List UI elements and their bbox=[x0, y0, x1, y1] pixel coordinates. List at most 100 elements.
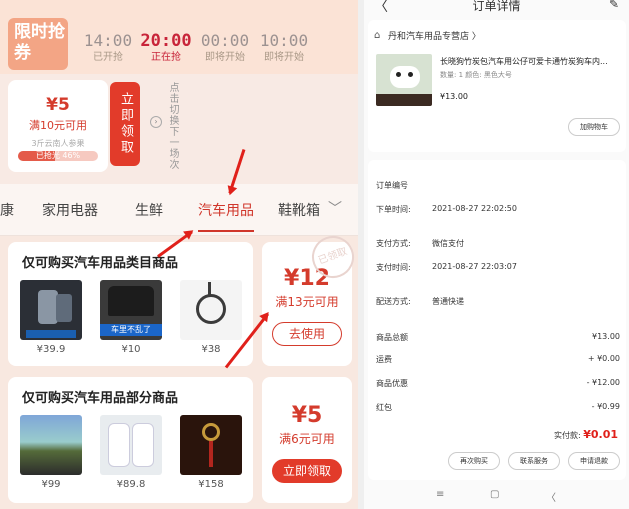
product-image-car-charger bbox=[20, 280, 82, 340]
product-badge: 车里不乱了 bbox=[100, 324, 162, 336]
section-title: 仅可购买汽车用品类目商品 bbox=[22, 256, 179, 271]
coupon-condition: 满10元可用 bbox=[29, 119, 87, 132]
claim-now-button[interactable]: 立即领取 bbox=[272, 459, 342, 483]
section-title: 仅可购买汽车用品部分商品 bbox=[22, 391, 179, 406]
request-refund-button[interactable]: 申请退款 bbox=[568, 452, 620, 470]
coupon-card-5: ¥5 满6元可用 立即领取 bbox=[262, 377, 352, 503]
order-time-value: 2021-08-27 22:02:50 bbox=[432, 204, 517, 213]
product-item[interactable]: ¥99 bbox=[20, 415, 82, 490]
switch-session-hint[interactable]: 点击切换下一场次 bbox=[166, 82, 178, 170]
delivery-method-label: 配送方式: bbox=[376, 297, 411, 306]
order-detail-panel: 〈 订单详情 ✎ ⌂ 丹和汽车用品专营店 〉 长晓狗竹炭包汽车用公仔可爱卡通竹炭… bbox=[364, 0, 629, 509]
product-image-seat-hook: 车里不乱了 bbox=[100, 280, 162, 340]
coupon-card-12: 已领取 ¥12 满13元可用 去使用 bbox=[262, 230, 358, 366]
flash-sale-tag: 限时抢券 bbox=[8, 18, 68, 70]
product-panel: 仅可购买汽车用品部分商品 ¥99 ¥89.8 ¥158 bbox=[8, 377, 253, 503]
product-thumbnail[interactable] bbox=[376, 54, 432, 106]
system-nav-bar: ≡ ▢ 〈 bbox=[364, 484, 629, 509]
order-info-card: 订单编号 下单时间: 2021-08-27 22:02:50 支付方式: 微信支… bbox=[368, 160, 626, 480]
edit-icon[interactable]: ✎ bbox=[609, 0, 619, 11]
shop-name[interactable]: 丹和汽车用品专营店 〉 bbox=[388, 29, 481, 42]
slot-time: 10:00 bbox=[259, 31, 309, 50]
coupon-progress-bar: 已抢光 46% bbox=[18, 151, 98, 161]
home-icon[interactable]: ▢ bbox=[490, 489, 499, 500]
amount-label: 红包 bbox=[376, 403, 392, 412]
amount-label: 商品总额 bbox=[376, 333, 408, 342]
flash-coupon-card: ¥5 满10元可用 3斤云南人参果 已抢光 46% bbox=[8, 80, 108, 172]
tab-home-appliances[interactable]: 家用电器 bbox=[42, 200, 98, 220]
add-to-cart-button[interactable]: 加购物车 bbox=[568, 118, 620, 136]
payment-time-label: 支付时间: bbox=[376, 263, 411, 272]
chevron-down-icon[interactable]: ﹀ bbox=[328, 198, 342, 218]
tab-shoes-bags[interactable]: 鞋靴箱 bbox=[278, 200, 320, 220]
product-panel: 仅可购买汽车用品类目商品 ¥39.9 车里不乱了 ¥10 ¥38 bbox=[8, 242, 253, 366]
contact-service-button[interactable]: 联系服务 bbox=[508, 452, 560, 470]
product-price: ¥89.8 bbox=[116, 479, 146, 490]
product-price: ¥39.9 bbox=[36, 344, 66, 355]
product-price: ¥10 bbox=[121, 344, 141, 355]
time-slot-3[interactable]: 00:00 即将开始 bbox=[197, 31, 253, 64]
coupon-amount: ¥5 bbox=[46, 95, 70, 115]
paid-total: 实付款: ¥0.01 bbox=[554, 428, 618, 441]
use-now-button[interactable]: 去使用 bbox=[272, 322, 342, 346]
flash-coupon-row: ¥5 满10元可用 3斤云南人参果 已抢光 46% 立即领取 › 点击切换下一场… bbox=[0, 74, 358, 184]
delivery-method-value: 普通快递 bbox=[432, 297, 464, 306]
amount-label: 商品优惠 bbox=[376, 379, 408, 388]
amount-value: - ¥0.99 bbox=[591, 402, 620, 411]
payment-method-value: 微信支付 bbox=[432, 239, 464, 248]
product-item[interactable]: ¥158 bbox=[180, 415, 242, 490]
progress-text: 已抢光 46% bbox=[35, 151, 81, 160]
product-price: ¥99 bbox=[41, 479, 61, 490]
product-price: ¥13.00 bbox=[440, 92, 468, 101]
product-item[interactable]: 车里不乱了 ¥10 bbox=[100, 280, 162, 355]
time-slot-2[interactable]: 20:00 正在抢 bbox=[138, 31, 194, 64]
product-item[interactable]: ¥39.9 bbox=[20, 280, 82, 355]
amount-value: + ¥0.00 bbox=[587, 354, 620, 363]
amount-label: 运费 bbox=[376, 355, 392, 364]
order-number-label: 订单编号 bbox=[376, 181, 408, 190]
active-tab-underline bbox=[198, 230, 254, 232]
product-item[interactable]: ¥38 bbox=[180, 280, 242, 355]
tab-car-supplies[interactable]: 汽车用品 bbox=[198, 200, 254, 220]
slot-status: 已开抢 bbox=[93, 52, 123, 63]
order-time-label: 下单时间: bbox=[376, 205, 411, 214]
payment-method-label: 支付方式: bbox=[376, 239, 411, 248]
product-image-car-pendant bbox=[180, 415, 242, 475]
coupon-amount: ¥5 bbox=[291, 403, 323, 428]
chevron-right-icon[interactable]: › bbox=[150, 116, 162, 128]
time-slot-1[interactable]: 14:00 已开抢 bbox=[80, 31, 136, 64]
paid-label: 实付款: bbox=[553, 431, 581, 440]
time-slot-4[interactable]: 10:00 即将开始 bbox=[256, 31, 312, 64]
product-title[interactable]: 长晓狗竹炭包汽车用公仔可爱卡通竹炭狗车内... bbox=[440, 56, 620, 67]
coupon-condition: 满6元可用 bbox=[279, 432, 335, 446]
flash-sale-bar: 限时抢券 14:00 已开抢 20:00 正在抢 00:00 即将开始 10:0… bbox=[0, 0, 358, 74]
slot-time: 00:00 bbox=[200, 31, 250, 50]
tab-fresh[interactable]: 生鲜 bbox=[135, 200, 163, 220]
claim-now-button[interactable]: 立即领取 bbox=[110, 82, 140, 166]
product-spec: 数量: 1 颜色: 黑色大号 bbox=[440, 71, 512, 79]
category-tabs: 健康 家用电器 生鲜 汽车用品 鞋靴箱 ﹀ bbox=[0, 184, 358, 236]
tab-health[interactable]: 健康 bbox=[0, 200, 14, 220]
product-image-dash-mat bbox=[20, 415, 82, 475]
order-product-card: ⌂ 丹和汽车用品专营店 〉 长晓狗竹炭包汽车用公仔可爱卡通竹炭狗车内... 数量… bbox=[368, 20, 626, 152]
slot-status: 即将开始 bbox=[264, 52, 304, 63]
coupon-section-car-category: 仅可购买汽车用品类目商品 ¥39.9 车里不乱了 ¥10 ¥38 已领取 ¥12… bbox=[0, 230, 358, 371]
shop-icon: ⌂ bbox=[374, 30, 381, 41]
buy-again-button[interactable]: 再次购买 bbox=[448, 452, 500, 470]
payment-time-value: 2021-08-27 22:03:07 bbox=[432, 262, 517, 271]
menu-icon[interactable]: ≡ bbox=[436, 489, 444, 500]
slot-time: 20:00 bbox=[140, 31, 192, 51]
back-icon[interactable]: 〈 bbox=[546, 489, 556, 504]
slot-time: 14:00 bbox=[83, 31, 133, 50]
product-price: ¥38 bbox=[201, 344, 221, 355]
coupon-center-panel: 限时抢券 14:00 已开抢 20:00 正在抢 00:00 即将开始 10:0… bbox=[0, 0, 358, 509]
product-image-cable bbox=[180, 280, 242, 340]
coupon-section-car-partial: 仅可购买汽车用品部分商品 ¥99 ¥89.8 ¥158 ¥5 满6元可用 立即领… bbox=[0, 371, 358, 509]
page-title: 订单详情 bbox=[472, 0, 521, 13]
amount-value: ¥13.00 bbox=[592, 332, 620, 341]
product-item[interactable]: ¥89.8 bbox=[100, 415, 162, 490]
product-image-seat-cushion bbox=[100, 415, 162, 475]
slot-status: 即将开始 bbox=[205, 52, 245, 63]
slot-status: 正在抢 bbox=[151, 52, 181, 63]
coupon-condition: 满13元可用 bbox=[275, 295, 339, 309]
